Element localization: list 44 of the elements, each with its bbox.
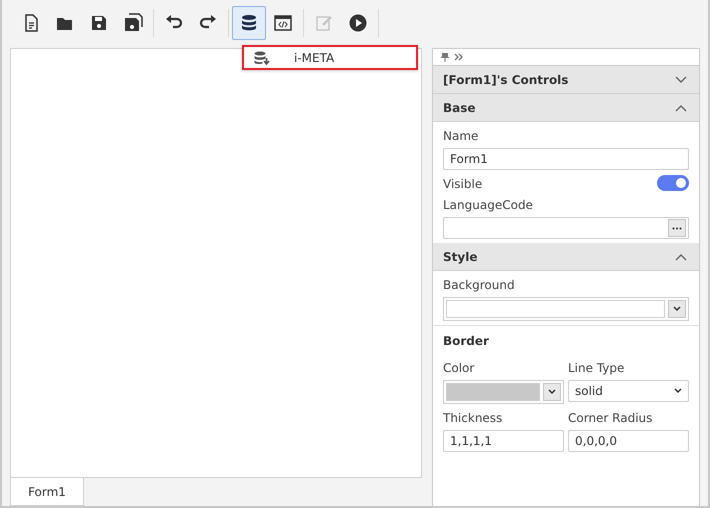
- code-window-icon: [273, 13, 293, 33]
- field-label: Name: [443, 128, 480, 143]
- field-label: Visible: [443, 176, 482, 191]
- text-field[interactable]: Form1: [443, 148, 689, 170]
- dropdown-button[interactable]: [668, 300, 686, 318]
- chevron-down-icon: [674, 388, 682, 394]
- ellipsis-button[interactable]: [668, 219, 686, 237]
- double-chevron-icon[interactable]: [454, 53, 463, 61]
- pin-icon[interactable]: [441, 52, 449, 62]
- field-label: Thickness: [443, 410, 504, 425]
- field-label: LanguageCode: [443, 197, 534, 212]
- color-picker[interactable]: [443, 297, 689, 321]
- chevron-up-icon: [675, 104, 687, 112]
- menu-item[interactable]: i-META: [242, 45, 418, 70]
- dropdown-button[interactable]: [543, 383, 561, 401]
- save-all-icon: [123, 13, 143, 33]
- field-label: Corner Radius: [568, 410, 654, 425]
- color-swatch[interactable]: [446, 300, 665, 318]
- section-header[interactable]: Base: [433, 94, 699, 122]
- save-icon: [89, 13, 109, 33]
- chevron-down-icon: [675, 76, 687, 84]
- form-tab[interactable]: Form1: [10, 478, 84, 506]
- section-header[interactable]: [Form1]'s Controls: [433, 66, 699, 94]
- database-button[interactable]: [232, 6, 266, 40]
- chevron-down-icon: [673, 306, 681, 312]
- toggle-switch[interactable]: [657, 174, 689, 190]
- play-icon: [348, 13, 368, 33]
- chevron-down-icon: [548, 389, 556, 395]
- field-label: Color: [443, 360, 476, 375]
- select-field[interactable]: solid: [568, 380, 689, 402]
- field-label: Background: [443, 277, 516, 292]
- database-icon: [239, 13, 259, 33]
- group-heading: Border: [443, 334, 490, 350]
- database-download-icon: [254, 50, 270, 64]
- edit-icon: [314, 13, 334, 33]
- section-header[interactable]: Style: [433, 243, 699, 271]
- field-label: Line Type: [568, 360, 626, 375]
- color-picker[interactable]: [443, 380, 564, 404]
- text-field[interactable]: 1,1,1,1: [443, 430, 564, 452]
- text-field[interactable]: 0,0,0,0: [568, 430, 689, 452]
- color-swatch[interactable]: [446, 383, 540, 401]
- chevron-up-icon: [675, 252, 687, 260]
- text-field[interactable]: [443, 217, 689, 239]
- ellipsis-icon: [672, 226, 682, 230]
